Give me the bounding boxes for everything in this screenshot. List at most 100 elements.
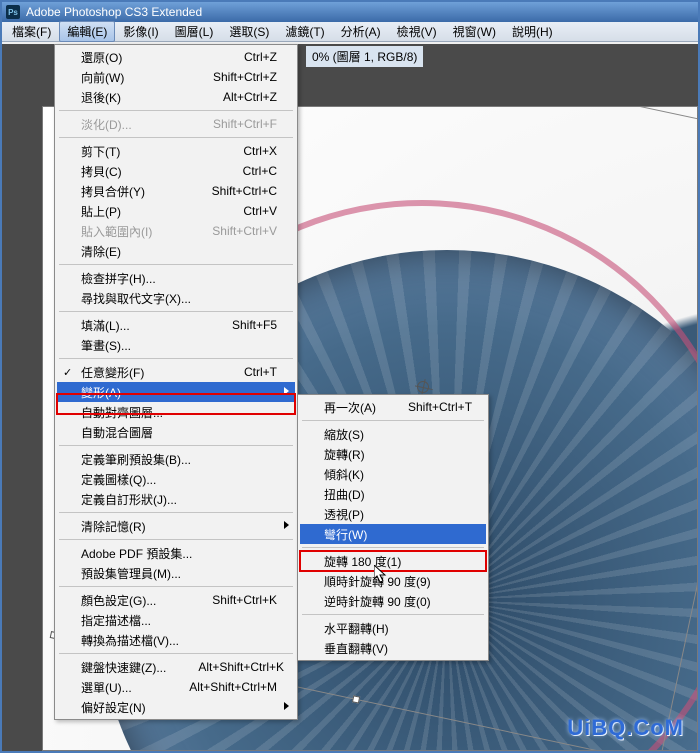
menu-item[interactable]: 拷貝合併(Y)Shift+Ctrl+C — [57, 181, 295, 201]
menu-item[interactable]: 偏好設定(N) — [57, 697, 295, 717]
menubar-item[interactable]: 濾鏡(T) — [277, 21, 332, 42]
menu-item[interactable]: 轉換為描述檔(V)... — [57, 630, 295, 650]
menu-item-label: 自動對齊圖層... — [81, 404, 277, 421]
menubar-item[interactable]: 分析(A) — [333, 21, 389, 42]
menu-item[interactable]: 貼上(P) Ctrl+V — [57, 201, 295, 221]
menu-separator — [59, 137, 293, 138]
app-window: Ps Adobe Photoshop CS3 Extended 檔案(F)編輯(… — [0, 0, 700, 753]
menu-item-label: 退後(K) — [81, 89, 191, 106]
watermark-text: UiBQ.CoM — [567, 715, 684, 741]
menubar-item[interactable]: 選取(S) — [221, 21, 277, 42]
menu-item[interactable]: 填滿(L)...Shift+F5 — [57, 315, 295, 335]
menu-item-label: 檢查拼字(H)... — [81, 270, 277, 287]
menu-item[interactable]: 旋轉 180 度(1) — [300, 551, 486, 571]
menu-item[interactable]: 彎行(W) — [300, 524, 486, 544]
menu-item[interactable]: 向前(W) Shift+Ctrl+Z — [57, 67, 295, 87]
menubar-item[interactable]: 圖層(L) — [167, 21, 222, 42]
menu-item-label: 扭曲(D) — [324, 486, 468, 503]
menu-item-label: 顏色設定(G)... — [81, 592, 180, 609]
menu-item-label: 填滿(L)... — [81, 317, 200, 334]
menu-item[interactable]: 退後(K)Alt+Ctrl+Z — [57, 87, 295, 107]
menu-item-label: 選單(U)... — [81, 679, 157, 696]
menubar-item[interactable]: 視窗(W) — [445, 21, 504, 42]
menu-item-label: 尋找與取代文字(X)... — [81, 290, 277, 307]
menu-item[interactable]: 選單(U)...Alt+Shift+Ctrl+M — [57, 677, 295, 697]
menu-item[interactable]: 傾斜(K) — [300, 464, 486, 484]
menu-item[interactable]: 水平翻轉(H) — [300, 618, 486, 638]
menu-item-label: 貼上(P) — [81, 203, 211, 220]
menu-item-label: 再一次(A) — [324, 399, 376, 416]
menu-item[interactable]: Adobe PDF 預設集... — [57, 543, 295, 563]
menu-item: 貼入範圍內(I) Shift+Ctrl+V — [57, 221, 295, 241]
menu-item[interactable]: 旋轉(R) — [300, 444, 486, 464]
menu-item-shortcut: Shift+Ctrl+K — [212, 593, 277, 607]
menu-separator — [59, 110, 293, 111]
menu-item[interactable]: 筆畫(S)... — [57, 335, 295, 355]
menu-item-label: 定義圖樣(Q)... — [81, 471, 277, 488]
menu-item-label: 旋轉(R) — [324, 446, 468, 463]
menu-separator — [59, 586, 293, 587]
menu-item-label: 任意變形(F) — [81, 364, 212, 381]
menu-item[interactable]: 逆時針旋轉 90 度(0) — [300, 591, 486, 611]
menu-item[interactable]: 檢查拼字(H)... — [57, 268, 295, 288]
menu-item-label: 貼入範圍內(I) — [81, 223, 180, 240]
menu-item[interactable]: 清除記憶(R) — [57, 516, 295, 536]
check-icon: ✓ — [63, 366, 72, 379]
menu-item[interactable]: 剪下(T)Ctrl+X — [57, 141, 295, 161]
menu-separator — [59, 539, 293, 540]
menu-separator — [59, 358, 293, 359]
menu-item-label: 垂直翻轉(V) — [324, 640, 468, 657]
menu-item-label: 彎行(W) — [324, 526, 468, 543]
menu-item-label: 拷貝(C) — [81, 163, 211, 180]
menu-item[interactable]: 扭曲(D) — [300, 484, 486, 504]
menu-item[interactable]: 定義自訂形狀(J)... — [57, 489, 295, 509]
menubar-item[interactable]: 編輯(E) — [59, 21, 115, 42]
menu-item[interactable]: 自動對齊圖層... — [57, 402, 295, 422]
menu-item-label: 傾斜(K) — [324, 466, 468, 483]
menu-item[interactable]: 順時針旋轉 90 度(9) — [300, 571, 486, 591]
menu-item-label: 向前(W) — [81, 69, 181, 86]
menubar-item[interactable]: 檢視(V) — [389, 21, 445, 42]
menu-item[interactable]: 顏色設定(G)... Shift+Ctrl+K — [57, 590, 295, 610]
menubar-item[interactable]: 說明(H) — [504, 21, 561, 42]
menu-item[interactable]: 指定描述檔... — [57, 610, 295, 630]
menu-item-label: 預設集管理員(M)... — [81, 565, 277, 582]
menu-item[interactable]: 定義筆刷預設集(B)... — [57, 449, 295, 469]
submenu-arrow-icon — [284, 702, 289, 710]
menu-item-shortcut: Shift+Ctrl+Z — [213, 70, 277, 84]
menu-item[interactable]: 再一次(A)Shift+Ctrl+T — [300, 397, 486, 417]
menu-item[interactable]: 縮放(S) — [300, 424, 486, 444]
menu-item[interactable]: 尋找與取代文字(X)... — [57, 288, 295, 308]
menu-separator — [59, 311, 293, 312]
menu-item-label: 旋轉 180 度(1) — [324, 553, 468, 570]
menu-item-shortcut: Shift+Ctrl+V — [212, 224, 277, 238]
menu-item-label: 清除(E) — [81, 243, 277, 260]
menu-item-label: Adobe PDF 預設集... — [81, 545, 277, 562]
menubar-item[interactable]: 檔案(F) — [4, 21, 59, 42]
menu-item[interactable]: 預設集管理員(M)... — [57, 563, 295, 583]
menu-item-shortcut: Ctrl+Z — [244, 50, 277, 64]
menu-item[interactable]: 還原(O)Ctrl+Z — [57, 47, 295, 67]
menu-item-label: 順時針旋轉 90 度(9) — [324, 573, 468, 590]
menu-item[interactable]: 拷貝(C)Ctrl+C — [57, 161, 295, 181]
menubar-item[interactable]: 影像(I) — [115, 21, 166, 42]
menu-item[interactable]: 鍵盤快速鍵(Z)...Alt+Shift+Ctrl+K — [57, 657, 295, 677]
menu-item[interactable]: ✓任意變形(F)Ctrl+T — [57, 362, 295, 382]
menu-item[interactable]: 自動混合圖層 — [57, 422, 295, 442]
menu-item[interactable]: 透視(P) — [300, 504, 486, 524]
menu-item-label: 變形(A) — [81, 384, 277, 401]
menu-item-shortcut: Ctrl+V — [243, 204, 277, 218]
menu-item-label: 定義筆刷預設集(B)... — [81, 451, 277, 468]
menu-item-label: 清除記憶(R) — [81, 518, 277, 535]
menu-item-label: 縮放(S) — [324, 426, 468, 443]
menu-item[interactable]: 垂直翻轉(V) — [300, 638, 486, 658]
menu-separator — [59, 264, 293, 265]
menu-item[interactable]: 變形(A) — [57, 382, 295, 402]
menubar: 檔案(F)編輯(E)影像(I)圖層(L)選取(S)濾鏡(T)分析(A)檢視(V)… — [2, 22, 698, 42]
menu-item[interactable]: 定義圖樣(Q)... — [57, 469, 295, 489]
menu-item-label: 淡化(D)... — [81, 116, 181, 133]
submenu-arrow-icon — [284, 387, 289, 395]
photoshop-icon: Ps — [6, 5, 20, 19]
document-title: 0% (圖層 1, RGB/8) — [306, 46, 423, 67]
menu-item[interactable]: 清除(E) — [57, 241, 295, 261]
